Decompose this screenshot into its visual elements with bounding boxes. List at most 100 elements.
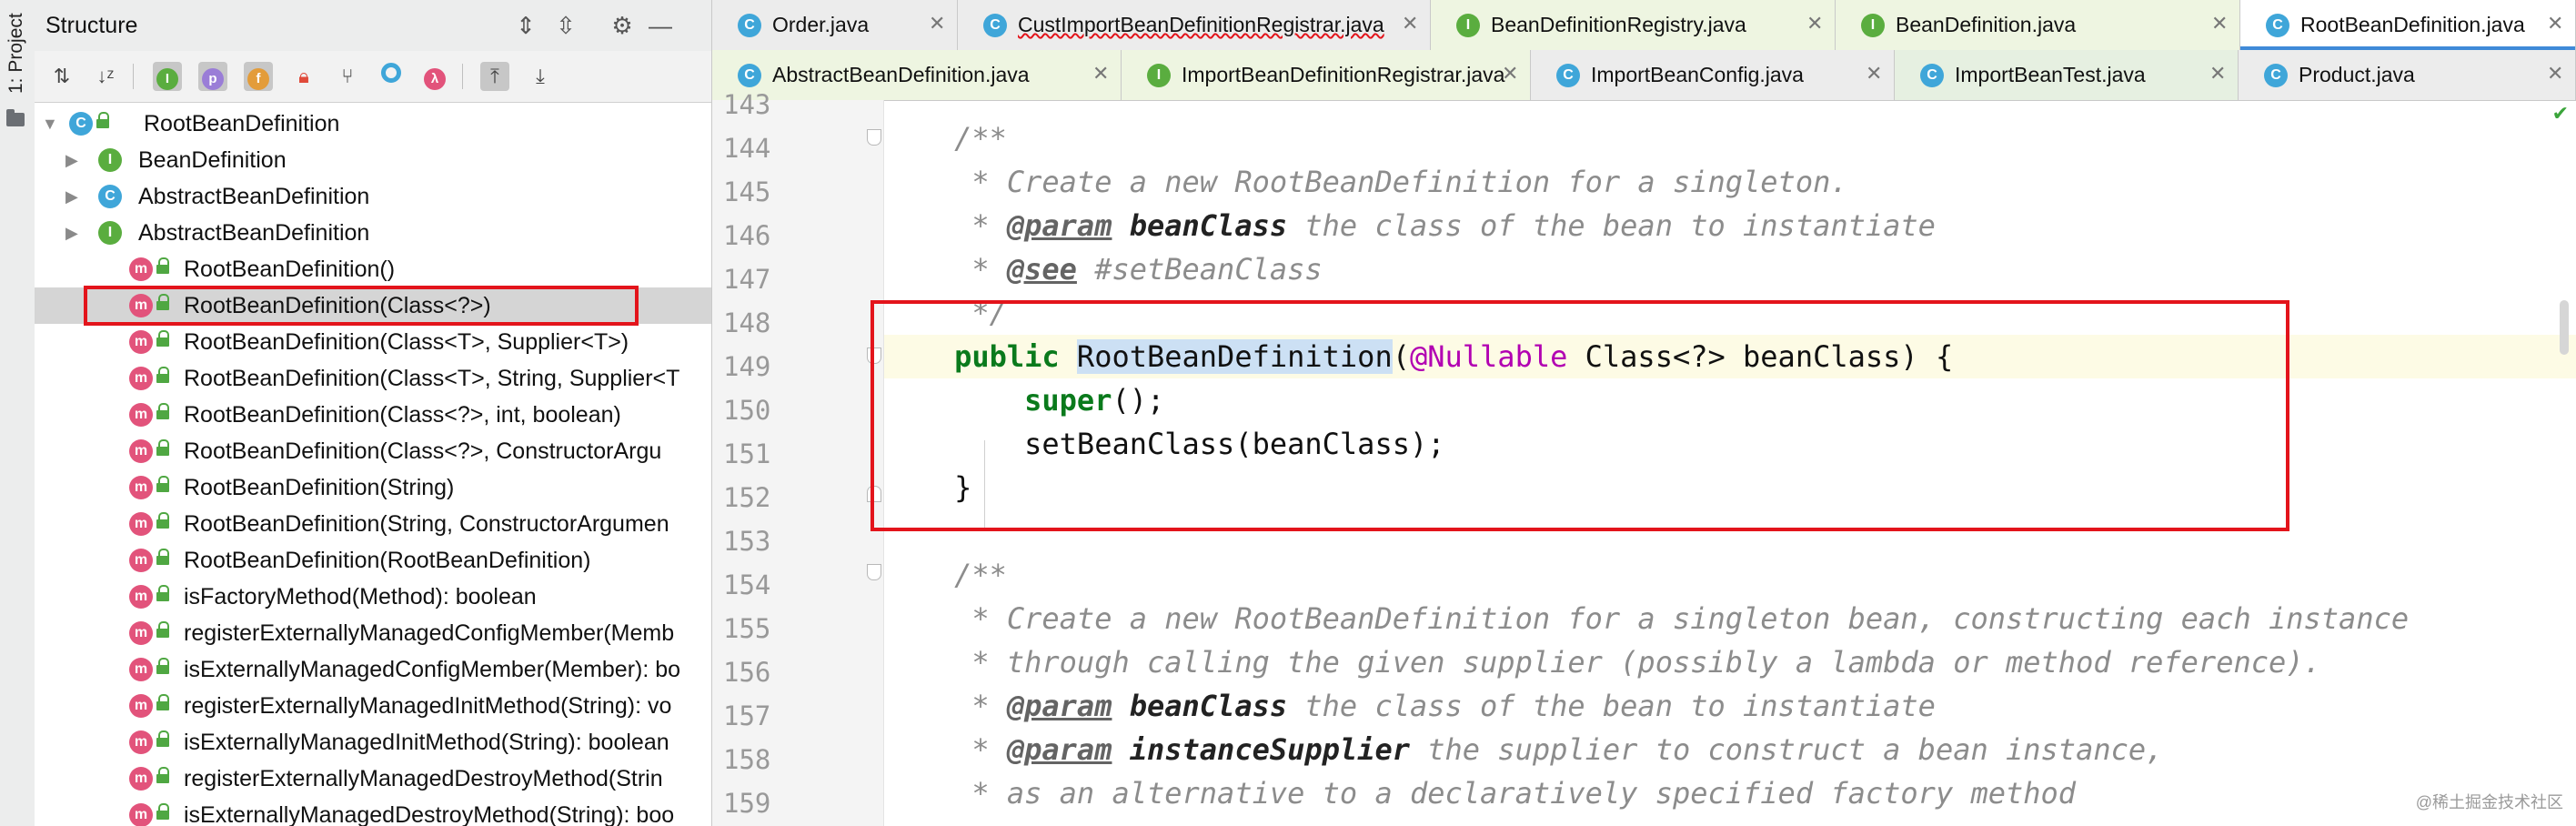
code-line: * @param beanClass the class of the bean… [884, 208, 1936, 243]
tree-class-item[interactable]: ▶ I AbstractBeanDefinition [35, 215, 711, 251]
gear-icon[interactable]: ⚙ [608, 11, 637, 40]
close-icon[interactable]: ✕ [1866, 62, 1882, 86]
show-anonymous-icon[interactable] [377, 62, 406, 91]
show-non-public-icon[interactable]: 🔒︎ [289, 62, 318, 91]
method-icon: m [129, 549, 153, 572]
close-icon[interactable]: ✕ [2211, 12, 2228, 35]
tree-item-label: RootBeanDefinition(String, ConstructorAr… [184, 511, 669, 537]
editor-tab-row: C Order.java ✕ C CustImportBeanDefinitionReg… [712, 0, 2576, 51]
code-line: * Create a new RootBeanDefinition for a … [884, 601, 2410, 636]
tree-member-item[interactable]: m isExternallyManagedInitMethod(String): … [35, 724, 711, 761]
tab-label: ImportBeanConfig.java [1591, 63, 1804, 86]
chevron-right-icon[interactable]: ▶ [65, 149, 82, 171]
close-icon[interactable]: ✕ [1806, 12, 1823, 35]
tree-item-label: RootBeanDefinition(Class<?>, Constructor… [184, 438, 662, 464]
autoscroll-to-source-icon[interactable]: ⤒ [480, 62, 509, 91]
line-number: 148 [723, 307, 771, 338]
method-icon: m [129, 658, 153, 681]
chevron-right-icon[interactable]: ▶ [65, 222, 82, 244]
line-number: 147 [723, 264, 771, 295]
code-line: /** [884, 558, 1007, 592]
close-icon[interactable]: ✕ [2547, 12, 2563, 35]
line-number: 144 [723, 133, 771, 164]
expand-all-icon[interactable]: ⇕ [511, 11, 540, 40]
editor-tab[interactable]: C CustImportBeanDefinitionRegistrar.java ✕ [958, 0, 1431, 50]
line-number: 150 [723, 395, 771, 426]
editor-tab[interactable]: C Product.java ✕ [2239, 50, 2576, 100]
inspection-ok-icon[interactable]: ✔ [2552, 102, 2569, 126]
tree-class-item[interactable]: ▼ C RootBeanDefinition [35, 106, 711, 142]
public-lock-icon [156, 730, 169, 748]
show-lambdas-icon[interactable]: λ [420, 62, 449, 91]
class-file-icon: C [2264, 64, 2288, 87]
highlight-box [870, 300, 2289, 531]
tree-item-label: RootBeanDefinition(Class<T>, String, Sup… [184, 366, 680, 391]
method-icon: m [129, 585, 153, 609]
public-lock-icon [156, 549, 169, 566]
folder-icon[interactable] [6, 109, 25, 126]
tree-member-item[interactable]: m registerExternallyManagedInitMethod(Str… [35, 688, 711, 724]
editor-tab[interactable]: C ImportBeanConfig.java ✕ [1531, 50, 1895, 100]
editor-tab[interactable]: C Order.java ✕ [712, 0, 958, 50]
tree-member-item[interactable]: m RootBeanDefinition(String, ConstructorA… [35, 506, 711, 542]
editor-tab[interactable]: I ImportBeanDefinitionRegistrar.java ✕ [1122, 50, 1531, 100]
project-tool-button[interactable]: 1: Project [5, 13, 31, 113]
method-icon: m [129, 476, 153, 499]
chevron-down-icon[interactable]: ▼ [42, 113, 58, 135]
tree-member-item[interactable]: m RootBeanDefinition(Class<T>, String, Su… [35, 360, 711, 397]
close-icon[interactable]: ✕ [2547, 62, 2563, 86]
line-number: 154 [723, 569, 771, 600]
public-lock-icon [156, 330, 169, 348]
editor-tab[interactable]: C RootBeanDefinition.java ✕ [2240, 0, 2576, 50]
class-file-icon: C [738, 64, 761, 87]
editor-scrollbar[interactable] [2560, 300, 2569, 355]
public-lock-icon [156, 585, 169, 602]
editor-tab[interactable]: I BeanDefinitionRegistry.java ✕ [1431, 0, 1836, 50]
show-properties-icon[interactable]: p [198, 62, 227, 91]
code-line: * @see #setBeanClass [884, 252, 1323, 287]
tree-member-item[interactable]: m registerExternallyManagedConfigMember(M… [35, 615, 711, 651]
fold-marker[interactable] [867, 129, 881, 146]
tree-member-item[interactable]: m RootBeanDefinition(String) [35, 469, 711, 506]
tree-member-item[interactable]: m RootBeanDefinition(Class<T>, Supplier<T… [35, 324, 711, 360]
class-file-icon: C [2266, 14, 2289, 37]
close-icon[interactable]: ✕ [929, 12, 945, 35]
chevron-right-icon[interactable]: ▶ [65, 186, 82, 207]
sort-alphabetically-icon[interactable]: ↓ᶻ [91, 62, 120, 91]
autoscroll-from-source-icon[interactable]: ⤓ [526, 62, 555, 91]
close-icon[interactable]: ✕ [1502, 62, 1518, 86]
tree-member-item[interactable]: m isFactoryMethod(Method): boolean [35, 579, 711, 615]
code-line: * through calling the given supplier (po… [884, 645, 2321, 680]
code-line: * Create a new RootBeanDefinition for a … [884, 165, 1848, 199]
tree-member-item[interactable]: m isExternallyManagedConfigMember(Member)… [35, 651, 711, 688]
show-fields-icon[interactable]: f [244, 62, 273, 91]
tree-member-item[interactable]: m RootBeanDefinition() [35, 251, 711, 287]
class-file-icon: C [1920, 64, 1944, 87]
tree-member-item[interactable]: m RootBeanDefinition(Class<?>, Constructo… [35, 433, 711, 469]
fold-marker[interactable] [867, 564, 881, 580]
show-lambdas-tree-icon[interactable]: ⑂ [333, 62, 362, 91]
tree-member-item[interactable]: m RootBeanDefinition(RootBeanDefinition) [35, 542, 711, 579]
tab-label: AbstractBeanDefinition.java [772, 63, 1030, 86]
editor-tab[interactable]: C ImportBeanTest.java ✕ [1895, 50, 2239, 100]
editor-tab[interactable]: I BeanDefinition.java ✕ [1836, 0, 2240, 50]
line-number: 152 [723, 482, 771, 513]
collapse-all-icon[interactable]: ⇳ [551, 11, 580, 40]
sort-by-visibility-icon[interactable]: ⇅ [47, 62, 76, 91]
minimize-icon[interactable]: — [646, 11, 675, 40]
interface-file-icon: I [1147, 64, 1171, 87]
close-icon[interactable]: ✕ [2209, 62, 2226, 86]
tree-member-item[interactable]: m isExternallyManagedDestroyMethod(String… [35, 797, 711, 826]
tree-class-item[interactable]: ▶ C AbstractBeanDefinition [35, 178, 711, 215]
tree-class-item[interactable]: ▶ I BeanDefinition [35, 142, 711, 178]
tree-member-item[interactable]: m RootBeanDefinition(Class<?>, int, boole… [35, 397, 711, 433]
tree-item-label: BeanDefinition [138, 147, 287, 173]
close-icon[interactable]: ✕ [1402, 12, 1418, 35]
tree-member-item[interactable]: m registerExternallyManagedDestroyMethod(… [35, 761, 711, 797]
show-inherited-icon[interactable]: I [153, 62, 182, 91]
structure-title: Structure [45, 13, 138, 38]
line-number: 149 [723, 351, 771, 382]
tree-item-label: isFactoryMethod(Method): boolean [184, 584, 537, 609]
close-icon[interactable]: ✕ [1092, 62, 1109, 86]
public-lock-icon [156, 367, 169, 384]
